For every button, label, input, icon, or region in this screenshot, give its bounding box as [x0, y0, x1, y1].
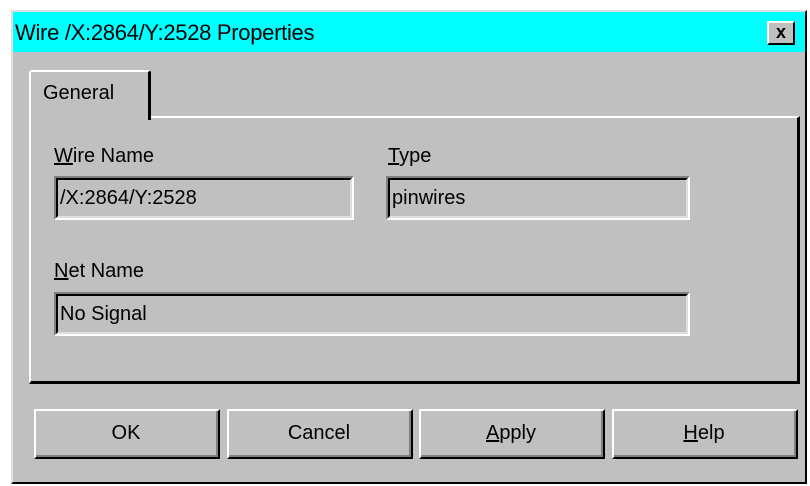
help-button-label: Help [614, 411, 796, 457]
help-button[interactable]: Help [612, 409, 798, 459]
cancel-button-label: Cancel [229, 411, 411, 457]
tab-general[interactable]: General [29, 70, 151, 120]
cancel-button[interactable]: Cancel [227, 409, 413, 459]
title-bar[interactable]: Wire /X:2864/Y:2528 Properties x [13, 12, 805, 52]
window-title: Wire /X:2864/Y:2528 Properties [15, 20, 315, 45]
close-button[interactable]: x [767, 21, 795, 45]
apply-button[interactable]: Apply [419, 409, 605, 459]
tab-general-label: General [43, 82, 115, 104]
ok-button-label: OK [36, 411, 218, 457]
apply-button-label: Apply [421, 411, 603, 457]
general-tab-panel [29, 116, 800, 384]
ok-button[interactable]: OK [34, 409, 220, 459]
properties-dialog: Wire /X:2864/Y:2528 Properties x General… [11, 10, 807, 484]
close-icon: x [775, 22, 786, 42]
